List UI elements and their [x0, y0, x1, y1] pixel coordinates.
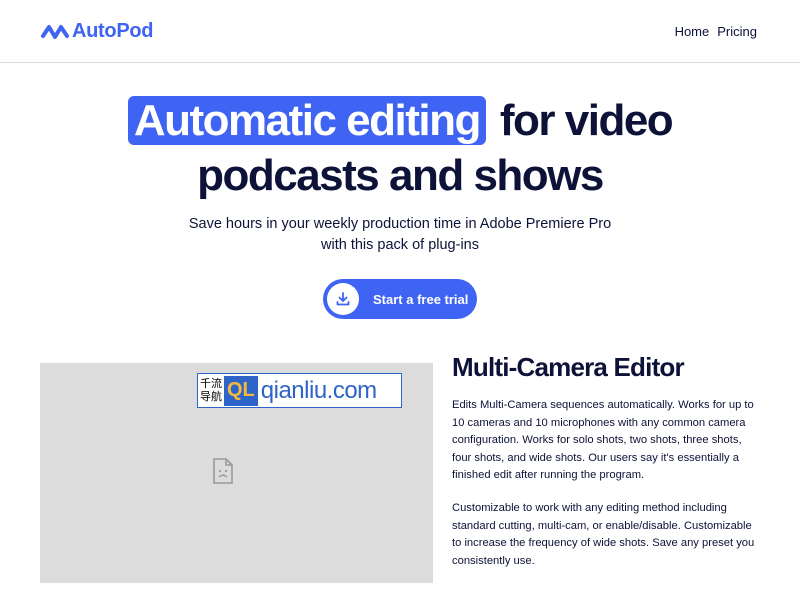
- top-nav: Home Pricing: [675, 24, 757, 39]
- hero-subtitle-line1: Save hours in your weekly production tim…: [188, 216, 612, 232]
- hero-subtitle: Save hours in your weekly production tim…: [0, 214, 800, 256]
- watermark-url: qianliu.com: [260, 376, 377, 404]
- watermark-cn-top: 千流: [200, 377, 222, 390]
- watermark-logo: 千流 导航 QL qianliu.com: [197, 373, 402, 408]
- feature-description-1: Edits Multi-Camera sequences automatical…: [452, 399, 754, 481]
- broken-image-icon: [213, 458, 233, 484]
- cta-icon-circle: [327, 283, 359, 315]
- feature-description-2: Customizable to work with any editing me…: [452, 502, 755, 567]
- hero-title-rest: for video: [499, 96, 674, 145]
- watermark-cn-bottom: 导航: [200, 390, 222, 403]
- feature-media: 千流 导航 QL qianliu.com: [40, 363, 433, 583]
- hero-title-highlight: Automatic editing: [127, 96, 486, 145]
- download-icon: [336, 292, 350, 306]
- watermark-badge: QL: [224, 375, 258, 406]
- nav-home-link[interactable]: Home: [675, 24, 710, 39]
- cta-label: Start a free trial: [373, 291, 469, 307]
- hero-subtitle-line2: with this pack of plug-ins: [321, 237, 479, 253]
- hero-title: Automatic editing for video podcasts and …: [0, 93, 800, 203]
- brand-logo[interactable]: AutoPod: [40, 20, 154, 43]
- feature-title: Multi-Camera Editor: [452, 352, 685, 382]
- brand-name: AutoPod: [72, 20, 154, 42]
- hero-title-line2: podcasts and shows: [197, 151, 604, 200]
- watermark-chinese: 千流 导航: [200, 378, 222, 404]
- wave-logo-icon: [41, 24, 69, 39]
- start-free-trial-button[interactable]: Start a free trial: [323, 279, 477, 319]
- nav-pricing-link[interactable]: Pricing: [717, 24, 757, 39]
- site-header: AutoPod Home Pricing: [0, 0, 800, 63]
